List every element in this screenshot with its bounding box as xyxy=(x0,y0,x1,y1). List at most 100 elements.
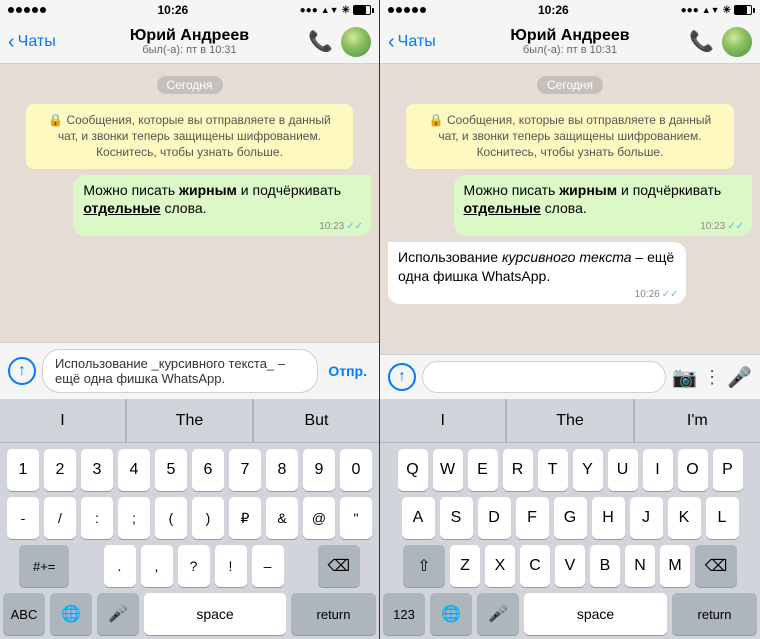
bluetooth-icon: ✳ xyxy=(342,5,350,16)
key-mic[interactable]: 🎤 xyxy=(97,593,139,635)
key-5[interactable]: 5 xyxy=(155,449,187,491)
key-J[interactable]: J xyxy=(630,497,663,539)
key-H[interactable]: H xyxy=(592,497,625,539)
key-slash[interactable]: / xyxy=(44,497,76,539)
upload-button-right[interactable]: ↑ xyxy=(388,363,416,391)
system-message-left[interactable]: 🔒 Сообщения, которые вы отправляете в да… xyxy=(26,104,353,169)
key-1[interactable]: 1 xyxy=(7,449,39,491)
suggestion-The-right[interactable]: The xyxy=(507,399,633,442)
key-M[interactable]: M xyxy=(660,545,690,587)
key-at[interactable]: @ xyxy=(303,497,335,539)
key-K[interactable]: K xyxy=(668,497,701,539)
mic-button[interactable]: 🎤 xyxy=(727,365,752,390)
key-P[interactable]: P xyxy=(713,449,743,491)
key-2[interactable]: 2 xyxy=(44,449,76,491)
suggestions-row-right: I The I'm xyxy=(380,399,760,443)
key-lparen[interactable]: ( xyxy=(155,497,187,539)
key-endash[interactable]: – xyxy=(252,545,284,587)
key-N[interactable]: N xyxy=(625,545,655,587)
avatar-right[interactable] xyxy=(722,27,752,57)
status-icons-right: ●●● ▲▼ ✳ xyxy=(681,5,752,16)
key-question[interactable]: ? xyxy=(178,545,210,587)
status-time-left: 10:26 xyxy=(157,3,188,17)
nav-bar-left: ‹ Чаты Юрий Андреев был(-а): пт в 10:31 … xyxy=(0,20,379,64)
key-period[interactable]: . xyxy=(104,545,136,587)
key-F[interactable]: F xyxy=(516,497,549,539)
key-space[interactable]: space xyxy=(144,593,286,635)
phone-icon-left[interactable]: 📞 xyxy=(308,29,333,54)
key-ruble[interactable]: ₽ xyxy=(229,497,261,539)
key-7[interactable]: 7 xyxy=(229,449,261,491)
nav-title-area-right: Юрий Андреев был(-а): пт в 10:31 xyxy=(510,27,629,57)
battery-icon-right xyxy=(734,5,752,15)
key-delete-right[interactable]: ⌫ xyxy=(695,545,737,587)
phone-icon-right[interactable]: 📞 xyxy=(689,29,714,54)
key-rparen[interactable]: ) xyxy=(192,497,224,539)
more-button[interactable]: ⋮ xyxy=(703,367,721,388)
key-B[interactable]: B xyxy=(590,545,620,587)
key-quote[interactable]: " xyxy=(340,497,372,539)
key-C[interactable]: C xyxy=(520,545,550,587)
key-I[interactable]: I xyxy=(643,449,673,491)
key-Q[interactable]: Q xyxy=(398,449,428,491)
key-semicolon[interactable]: ; xyxy=(118,497,150,539)
key-123[interactable]: 123 xyxy=(383,593,425,635)
message-input-right[interactable] xyxy=(422,361,666,393)
key-shift[interactable]: ⇧ xyxy=(403,545,445,587)
key-D[interactable]: D xyxy=(478,497,511,539)
key-abc[interactable]: ABC xyxy=(3,593,45,635)
key-delete-left[interactable]: ⌫ xyxy=(318,545,360,587)
key-space-right[interactable]: space xyxy=(524,593,667,635)
key-hashplus[interactable]: #+= xyxy=(19,545,69,587)
key-E[interactable]: E xyxy=(468,449,498,491)
key-R[interactable]: R xyxy=(503,449,533,491)
key-V[interactable]: V xyxy=(555,545,585,587)
signal-icon-right: ●●● xyxy=(681,5,699,16)
key-globe[interactable]: 🌐 xyxy=(50,593,92,635)
key-dash[interactable]: - xyxy=(7,497,39,539)
key-O[interactable]: O xyxy=(678,449,708,491)
key-comma[interactable]: , xyxy=(141,545,173,587)
input-area-right: ↑ 📷 ⋮ 🎤 xyxy=(380,354,760,399)
key-return[interactable]: return xyxy=(291,593,376,635)
key-globe-right[interactable]: 🌐 xyxy=(430,593,472,635)
signal-dots xyxy=(8,7,46,13)
suggestion-Im-right[interactable]: I'm xyxy=(635,399,760,442)
outgoing-message-left: Можно писать жирным и подчёркивать отдел… xyxy=(73,175,371,237)
back-button-right[interactable]: ‹ Чаты xyxy=(388,32,436,52)
key-W[interactable]: W xyxy=(433,449,463,491)
key-T[interactable]: T xyxy=(538,449,568,491)
message-input-left[interactable]: Использование _курсивного текста_ – ещё … xyxy=(42,349,318,393)
key-3[interactable]: 3 xyxy=(81,449,113,491)
key-mic-right[interactable]: 🎤 xyxy=(477,593,519,635)
suggestion-I-left[interactable]: I xyxy=(0,399,126,442)
key-return-right[interactable]: return xyxy=(672,593,757,635)
system-message-right[interactable]: 🔒 Сообщения, которые вы отправляете в да… xyxy=(406,104,734,169)
key-Z[interactable]: Z xyxy=(450,545,480,587)
camera-button[interactable]: 📷 xyxy=(672,365,697,390)
key-G[interactable]: G xyxy=(554,497,587,539)
key-L[interactable]: L xyxy=(706,497,739,539)
key-Y[interactable]: Y xyxy=(573,449,603,491)
key-4[interactable]: 4 xyxy=(118,449,150,491)
avatar-left[interactable] xyxy=(341,27,371,57)
key-9[interactable]: 9 xyxy=(303,449,335,491)
key-colon[interactable]: : xyxy=(81,497,113,539)
key-X[interactable]: X xyxy=(485,545,515,587)
key-exclaim[interactable]: ! xyxy=(215,545,247,587)
suggestion-I-right[interactable]: I xyxy=(380,399,506,442)
key-U[interactable]: U xyxy=(608,449,638,491)
upload-button-left[interactable]: ↑ xyxy=(8,357,36,385)
input-text-left: Использование _курсивного текста_ – ещё … xyxy=(55,356,305,386)
key-8[interactable]: 8 xyxy=(266,449,298,491)
back-button-left[interactable]: ‹ Чаты xyxy=(8,32,56,52)
key-row-misc: #+= . , ? ! – ⌫ xyxy=(3,545,376,587)
key-6[interactable]: 6 xyxy=(192,449,224,491)
suggestion-The-left[interactable]: The xyxy=(127,399,253,442)
send-button-left[interactable]: Отпр. xyxy=(324,359,371,383)
key-ampersand[interactable]: & xyxy=(266,497,298,539)
key-S[interactable]: S xyxy=(440,497,473,539)
suggestion-But-left[interactable]: But xyxy=(254,399,379,442)
key-A[interactable]: A xyxy=(402,497,435,539)
key-0[interactable]: 0 xyxy=(340,449,372,491)
